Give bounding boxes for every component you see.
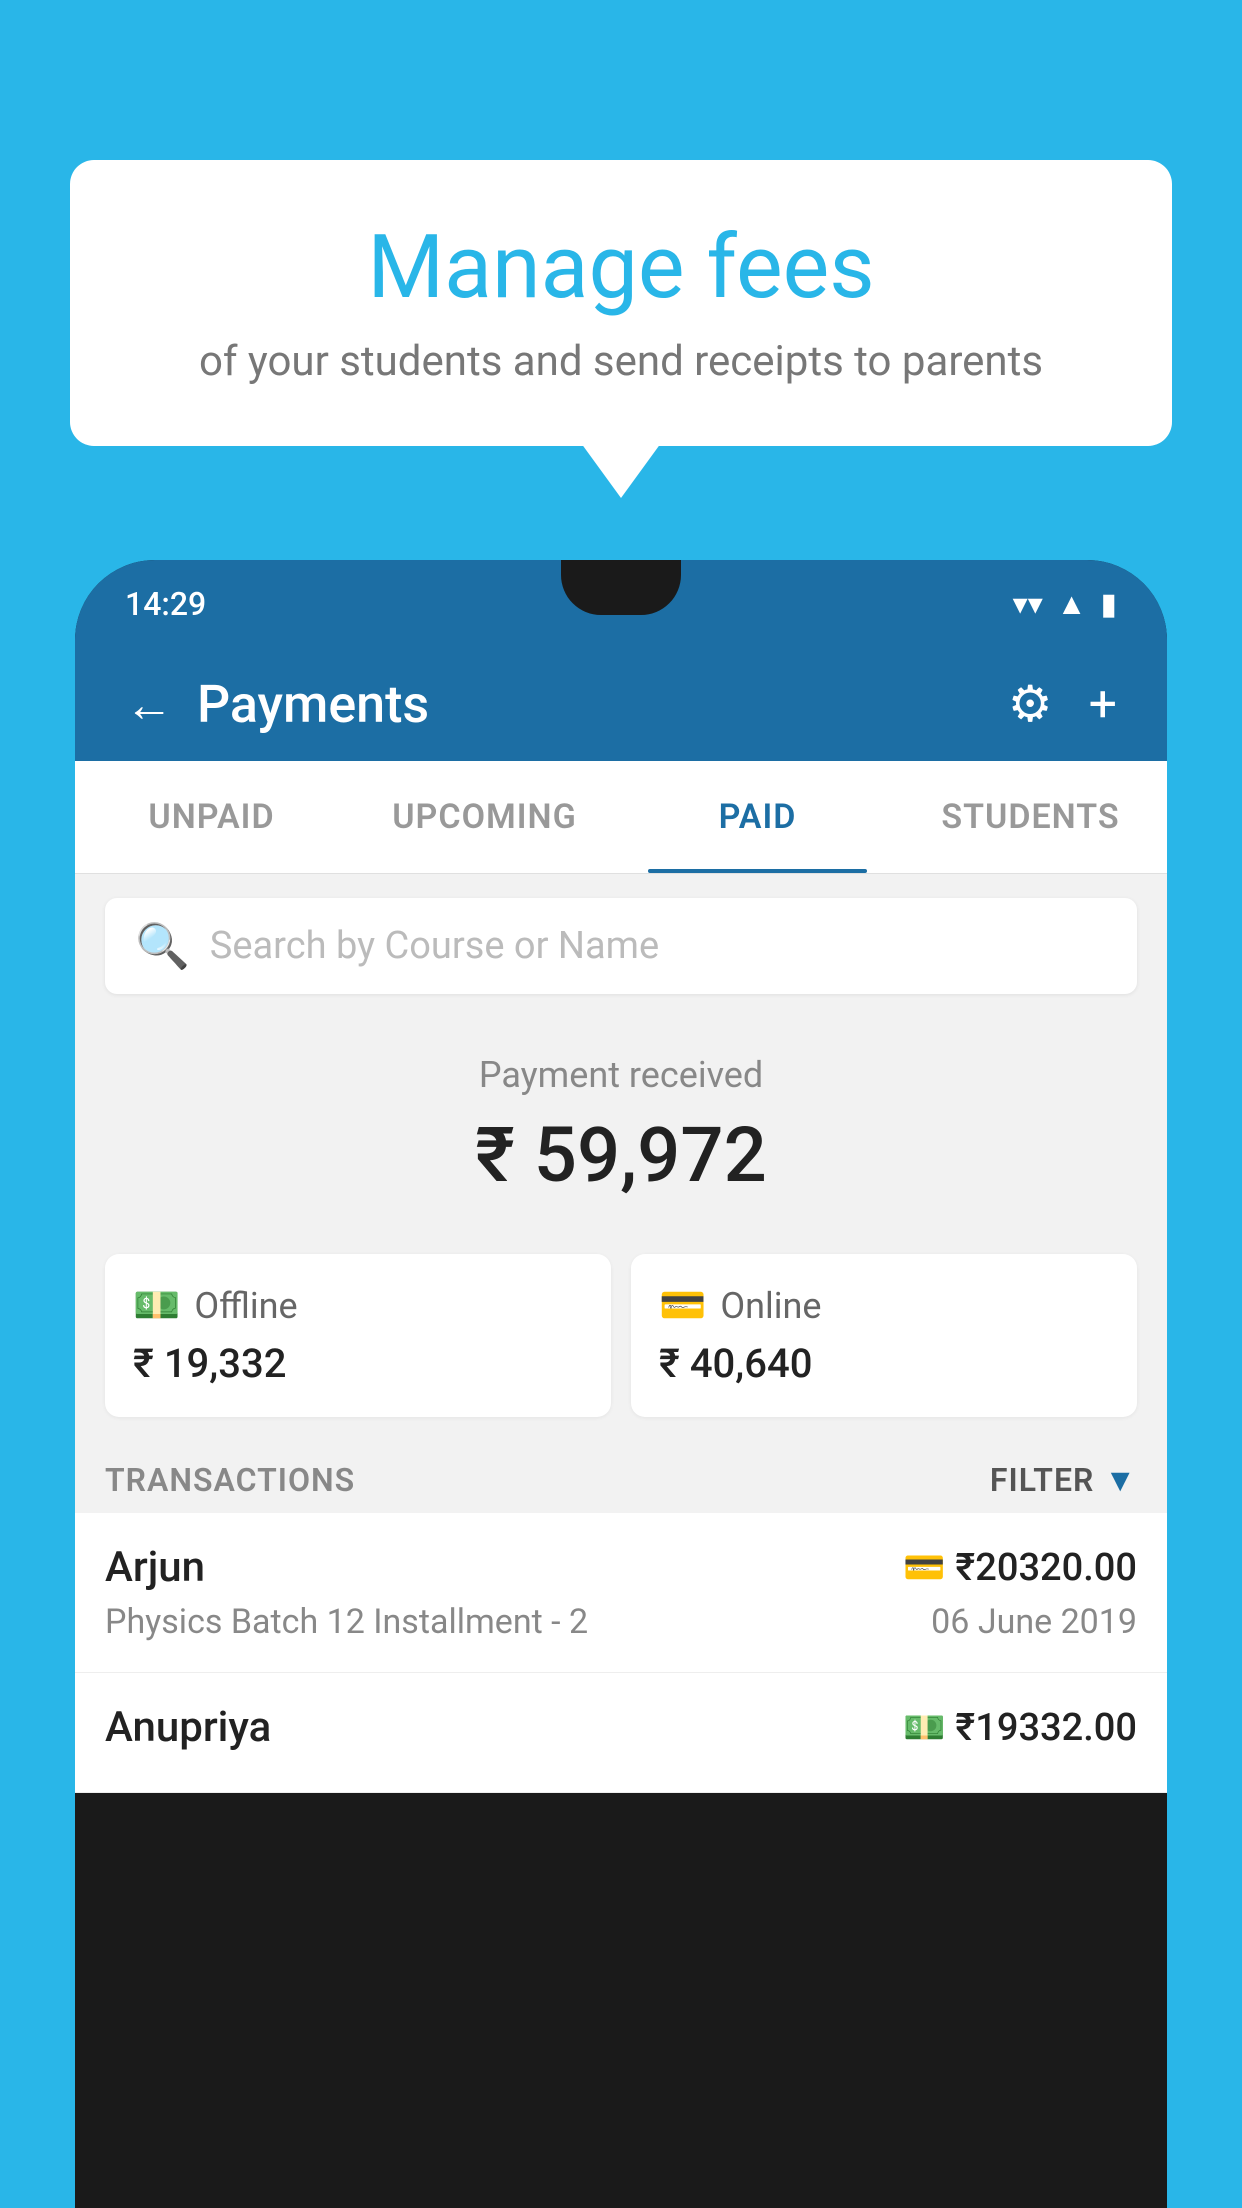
transaction-amount: ₹20320.00 — [955, 1546, 1137, 1590]
offline-amount: ₹ 19,332 — [133, 1340, 583, 1387]
wifi-icon: ▾▾ — [1013, 587, 1043, 622]
filter-icon: ▼ — [1104, 1461, 1137, 1499]
table-row[interactable]: Arjun 💳 ₹20320.00 Physics Batch 12 Insta… — [75, 1513, 1167, 1673]
payment-received-label: Payment received — [105, 1054, 1137, 1096]
transaction-amount: ₹19332.00 — [955, 1706, 1137, 1750]
filter-button[interactable]: FILTER ▼ — [990, 1461, 1137, 1499]
bubble-title: Manage fees — [120, 220, 1122, 317]
transaction-amount-wrap: 💳 ₹20320.00 — [903, 1546, 1137, 1590]
card-payment-icon: 💳 — [903, 1548, 945, 1588]
app-header: ← Payments ⚙ + — [75, 648, 1167, 761]
transaction-name: Anupriya — [105, 1703, 271, 1752]
online-icon: 💳 — [659, 1284, 706, 1328]
transaction-course: Physics Batch 12 Installment - 2 — [105, 1602, 588, 1642]
transaction-list: Arjun 💳 ₹20320.00 Physics Batch 12 Insta… — [75, 1513, 1167, 1793]
settings-icon[interactable]: ⚙ — [1008, 675, 1053, 734]
tabs-bar: UNPAID UPCOMING PAID STUDENTS — [75, 761, 1167, 874]
transactions-header: TRANSACTIONS FILTER ▼ — [75, 1441, 1167, 1513]
transaction-amount-wrap: 💵 ₹19332.00 — [903, 1706, 1137, 1750]
cash-payment-icon: 💵 — [903, 1708, 945, 1748]
add-icon[interactable]: + — [1089, 676, 1117, 734]
status-icons: ▾▾ ▲ ▮ — [1013, 587, 1117, 622]
payment-received-section: Payment received ₹ 59,972 — [75, 1018, 1167, 1230]
search-input[interactable]: Search by Course or Name — [210, 924, 659, 968]
table-row[interactable]: Anupriya 💵 ₹19332.00 — [75, 1673, 1167, 1793]
offline-icon: 💵 — [133, 1284, 180, 1328]
transaction-date: 06 June 2019 — [931, 1602, 1137, 1642]
payment-total-amount: ₹ 59,972 — [105, 1110, 1137, 1200]
tab-students[interactable]: STUDENTS — [894, 761, 1167, 873]
online-card: 💳 Online ₹ 40,640 — [631, 1254, 1137, 1417]
online-label: Online — [720, 1285, 821, 1327]
tab-upcoming[interactable]: UPCOMING — [348, 761, 621, 873]
phone-frame: 14:29 ▾▾ ▲ ▮ ← Payments ⚙ + UNPAID UPCOM… — [75, 560, 1167, 2208]
signal-icon: ▲ — [1057, 587, 1087, 622]
offline-label: Offline — [194, 1285, 297, 1327]
offline-card: 💵 Offline ₹ 19,332 — [105, 1254, 611, 1417]
tab-unpaid[interactable]: UNPAID — [75, 761, 348, 873]
bubble-subtitle: of your students and send receipts to pa… — [120, 337, 1122, 386]
speech-bubble: Manage fees of your students and send re… — [70, 160, 1172, 446]
header-right: ⚙ + — [1008, 675, 1117, 734]
battery-icon: ▮ — [1100, 587, 1117, 622]
header-left: ← Payments — [125, 674, 429, 735]
status-bar: 14:29 ▾▾ ▲ ▮ — [75, 560, 1167, 648]
page-title: Payments — [197, 674, 429, 735]
payment-cards: 💵 Offline ₹ 19,332 💳 Online ₹ 40,640 — [75, 1230, 1167, 1441]
search-icon: 🔍 — [135, 920, 190, 972]
online-amount: ₹ 40,640 — [659, 1340, 1109, 1387]
filter-label: FILTER — [990, 1461, 1094, 1499]
phone-notch — [561, 560, 681, 615]
tab-paid[interactable]: PAID — [621, 761, 894, 873]
search-bar[interactable]: 🔍 Search by Course or Name — [105, 898, 1137, 994]
status-time: 14:29 — [125, 585, 206, 623]
transaction-name: Arjun — [105, 1543, 205, 1592]
content-area: 🔍 Search by Course or Name Payment recei… — [75, 874, 1167, 1793]
transactions-label: TRANSACTIONS — [105, 1461, 355, 1499]
back-button[interactable]: ← — [125, 676, 173, 733]
